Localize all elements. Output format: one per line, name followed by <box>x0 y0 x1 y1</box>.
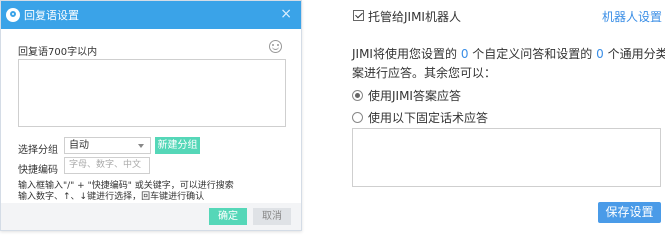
new-group-button[interactable]: 新建分组 <box>155 137 200 154</box>
group-select[interactable]: 自动 <box>64 137 151 154</box>
group-label: 选择分组 <box>18 145 58 156</box>
radio-jimi-answer[interactable] <box>352 90 363 101</box>
description-line-1: JIMI将使用您设置的 0 个自定义问答和设置的 0 个通用分类答 <box>352 47 665 61</box>
dialog-footer: 确定 取消 <box>1 203 301 230</box>
description-line-2: 案进行应答。其余您可以： <box>352 66 497 80</box>
fixed-reply-textarea[interactable] <box>352 128 661 187</box>
reply-textarea[interactable] <box>18 59 286 127</box>
radio-jimi-answer-label[interactable]: 使用JIMI答案应答 <box>368 87 461 104</box>
radio-fixed-reply-label[interactable]: 使用以下固定话术应答 <box>368 109 488 126</box>
chevron-down-icon <box>138 144 144 148</box>
close-icon[interactable]: × <box>280 6 292 22</box>
cancel-button[interactable]: 取消 <box>253 208 291 225</box>
reply-settings-dialog: 回复语设置 × 回复语700字以内 选择分组 自动 新建分组 快捷编码 字母、数… <box>0 0 302 231</box>
select-hint: 输入数字、↑、↓键进行选择，回车键进行确认 <box>18 192 205 202</box>
custom-qa-count: 0 <box>460 47 469 61</box>
hosting-label: 托管给JIMI机器人 <box>368 10 461 24</box>
dialog-title: 回复语设置 <box>24 9 79 22</box>
shortcut-label: 快捷编码 <box>18 165 58 176</box>
radio-fixed-reply[interactable] <box>352 112 363 123</box>
dialog-header: 回复语设置 × <box>1 1 301 29</box>
smile-emoji-icon[interactable] <box>269 40 282 53</box>
save-settings-button[interactable]: 保存设置 <box>598 202 661 223</box>
reply-length-label: 回复语700字以内 <box>18 47 98 58</box>
confirm-button[interactable]: 确定 <box>209 208 247 225</box>
general-qa-count: 0 <box>596 47 604 61</box>
robot-settings-link[interactable]: 机器人设置 <box>602 8 662 25</box>
jimi-logo-icon <box>6 8 20 22</box>
group-selected-value: 自动 <box>69 140 89 151</box>
hosting-checkbox[interactable] <box>353 10 364 21</box>
shortcut-input[interactable]: 字母、数字、中文 <box>64 157 150 174</box>
